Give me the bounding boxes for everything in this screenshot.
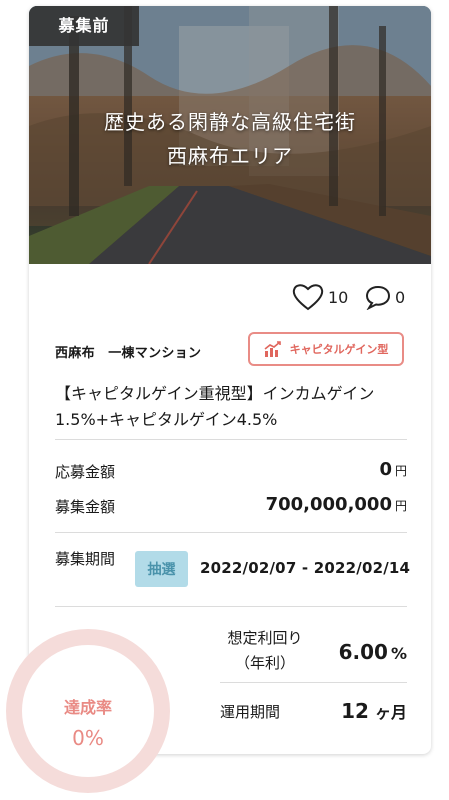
divider [55, 439, 407, 440]
divider [55, 606, 407, 607]
chart-up-icon [264, 341, 281, 357]
period-label: 募集期間 [55, 550, 116, 568]
fund-title[interactable]: 【キャピタルゲイン重視型】インカムゲイン1.5%+キャピタルゲイン4.5% [55, 381, 415, 433]
like-button[interactable]: 10 [292, 284, 349, 311]
period-value: 2022/02/07 - 2022/02/14 [200, 559, 411, 577]
investment-type-badge: キャピタルゲイン型 [248, 332, 404, 366]
applied-amount-label: 応募金額 [55, 463, 116, 481]
comment-button[interactable]: 0 [365, 284, 405, 310]
expected-yield-label: 想定利回り （年利） [227, 629, 303, 672]
like-count: 10 [328, 287, 349, 307]
heart-icon [292, 284, 324, 311]
operation-period-value: 12 ヶ月 [341, 699, 407, 723]
comment-count: 0 [395, 287, 406, 307]
operation-period-label: 運用期間 [220, 703, 281, 721]
target-amount-value: 700,000,000 円 [265, 494, 407, 515]
expected-yield-value: 6.00% [338, 640, 407, 664]
achievement-value: 0% [72, 726, 104, 750]
hero-image[interactable]: 募集前 歴史ある閑静な高級住宅街 西麻布エリア [29, 6, 431, 264]
divider [220, 682, 407, 683]
achievement-label: 達成率 [63, 698, 112, 717]
status-badge: 募集前 [29, 6, 139, 46]
property-location: 西麻布 一棟マンション [55, 346, 202, 361]
divider [55, 532, 407, 533]
hero-caption-line2: 西麻布エリア [167, 144, 293, 168]
hero-caption-line1: 歴史ある閑静な高級住宅街 [104, 110, 356, 134]
applied-amount-value: 0円 [379, 459, 407, 480]
lottery-badge: 抽選 [135, 551, 188, 587]
comment-icon [365, 285, 391, 310]
investment-type-label: キャピタルゲイン型 [289, 343, 389, 356]
target-amount-label: 募集金額 [55, 498, 116, 516]
